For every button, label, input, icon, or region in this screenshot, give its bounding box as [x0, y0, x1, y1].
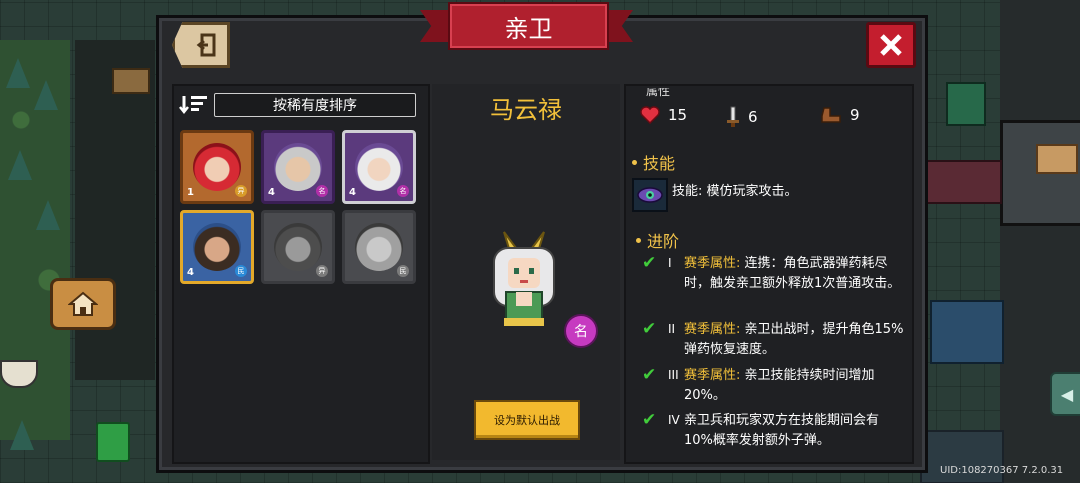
upgrade-tier: ✔ IV 亲卫兵和玩家双方在技能期间会有10%概率发射额外子弹。	[642, 410, 906, 451]
chevron-left-icon: ◀	[1060, 384, 1074, 404]
character-sprite	[493, 231, 555, 326]
boot-icon	[821, 107, 841, 123]
rarity-badge: 名	[397, 185, 409, 197]
pine-tree	[10, 420, 34, 450]
tier-body: 赛季属性: 亲卫出战时，提升角色15%弹药恢复速度。	[684, 320, 906, 359]
bowl	[0, 360, 38, 388]
close-x-icon	[880, 34, 902, 56]
tier-body: 赛季属性: 亲卫技能持续时间增加20%。	[684, 366, 906, 405]
guard-slot[interactable]: 4 名	[261, 130, 335, 204]
tier-body: 亲卫兵和玩家双方在技能期间会有10%概率发射额外子弹。	[684, 411, 906, 450]
tier-body: 赛季属性: 连携：角色武器弹药耗尽时，触发亲卫额外释放1次普通攻击。	[684, 254, 906, 293]
speed-value: 9	[850, 106, 860, 124]
pine-tree	[36, 200, 60, 230]
tier-label: 赛季属性:	[684, 368, 741, 383]
guard-level: 4	[268, 187, 275, 198]
sort-descending-icon[interactable]	[178, 94, 210, 114]
uid-label: UID:108270367 7.2.0.31	[940, 465, 1064, 476]
guard-portrait	[274, 143, 322, 191]
eye-icon	[637, 187, 663, 203]
recycle-bin	[96, 422, 130, 462]
check-icon: ✔	[642, 253, 657, 273]
skill-title-text: 技能	[643, 154, 676, 173]
tier-numeral: IV	[668, 413, 680, 427]
tier-label: 赛季属性:	[684, 256, 741, 271]
guard-portrait	[193, 223, 241, 271]
tier-numeral: I	[668, 256, 672, 270]
sword-icon	[727, 106, 739, 127]
skill-description: 技能: 模仿玩家攻击。	[672, 184, 798, 199]
tier-numeral: II	[668, 322, 676, 336]
stat-attack: 6	[726, 106, 758, 128]
guard-portrait	[193, 143, 241, 191]
upgrade-tier: ✔ III 赛季属性: 亲卫技能持续时间增加20%。	[642, 365, 906, 406]
guard-level: 4	[349, 187, 356, 198]
sort-by-rarity-button[interactable]: 按稀有度排序	[214, 93, 416, 117]
rarity-badge: 异	[235, 185, 247, 197]
skill-section-title: 技能	[632, 150, 675, 174]
wooden-sign	[112, 68, 150, 94]
green-safe	[946, 82, 986, 126]
stat-speed: 9	[820, 106, 860, 124]
guard-slot-selected[interactable]: 4 名	[342, 130, 416, 204]
guard-portrait	[355, 143, 403, 191]
home-icon	[68, 291, 98, 316]
hp-value: 15	[668, 106, 688, 124]
heart-icon	[640, 106, 660, 124]
modal-title: 亲卫	[448, 2, 609, 50]
tier-numeral: III	[668, 368, 679, 382]
set-default-button[interactable]: 设为默认出战	[474, 400, 580, 440]
rarity-badge: 民	[235, 265, 247, 277]
bullet-dot	[632, 159, 637, 165]
side-expand-button[interactable]: ◀	[1050, 372, 1080, 416]
back-door-icon	[196, 33, 216, 57]
guard-level: 1	[187, 187, 194, 198]
upgrade-section-title: 进阶	[636, 228, 679, 252]
bullet-dot	[636, 237, 641, 243]
wall-frame	[1036, 144, 1078, 174]
back-button[interactable]	[172, 22, 230, 68]
pine-tree	[34, 80, 58, 110]
pine-tree	[8, 150, 32, 180]
check-icon: ✔	[642, 365, 657, 385]
upgrade-tier: ✔ I 赛季属性: 连携：角色武器弹药耗尽时，触发亲卫额外释放1次普通攻击。	[642, 253, 906, 314]
pine-tree	[6, 58, 30, 88]
character-name: 马云禄	[490, 96, 562, 124]
close-button[interactable]	[866, 22, 916, 68]
rarity-badge: 民	[397, 265, 409, 277]
check-icon: ✔	[642, 410, 657, 430]
title-ribbon: 亲卫	[420, 0, 633, 52]
guard-portrait	[355, 223, 403, 271]
attack-value: 6	[748, 108, 758, 126]
red-table	[920, 160, 1002, 204]
blue-table	[930, 300, 1004, 364]
upgrade-title-text: 进阶	[647, 232, 680, 251]
guard-slot[interactable]: 4 民	[180, 210, 254, 284]
check-icon: ✔	[642, 319, 657, 339]
rarity-badge: 名	[316, 185, 328, 197]
skill-eye-icon[interactable]	[632, 178, 668, 212]
home-button[interactable]	[50, 278, 116, 330]
guard-slot[interactable]: 1 异	[180, 130, 254, 204]
guard-slot-locked[interactable]: 民	[342, 210, 416, 284]
stat-hp: 15	[640, 106, 687, 124]
tier-label: 赛季属性:	[684, 322, 741, 337]
guard-level: 4	[187, 267, 194, 278]
guard-slot-locked[interactable]: 异	[261, 210, 335, 284]
rarity-badge: 名	[564, 314, 598, 348]
tier-text: 亲卫兵和玩家双方在技能期间会有10%概率发射额外子弹。	[684, 413, 880, 448]
rarity-badge: 异	[316, 265, 328, 277]
upgrade-tier: ✔ II 赛季属性: 亲卫出战时，提升角色15%弹药恢复速度。	[642, 319, 906, 360]
guard-portrait	[274, 223, 322, 271]
